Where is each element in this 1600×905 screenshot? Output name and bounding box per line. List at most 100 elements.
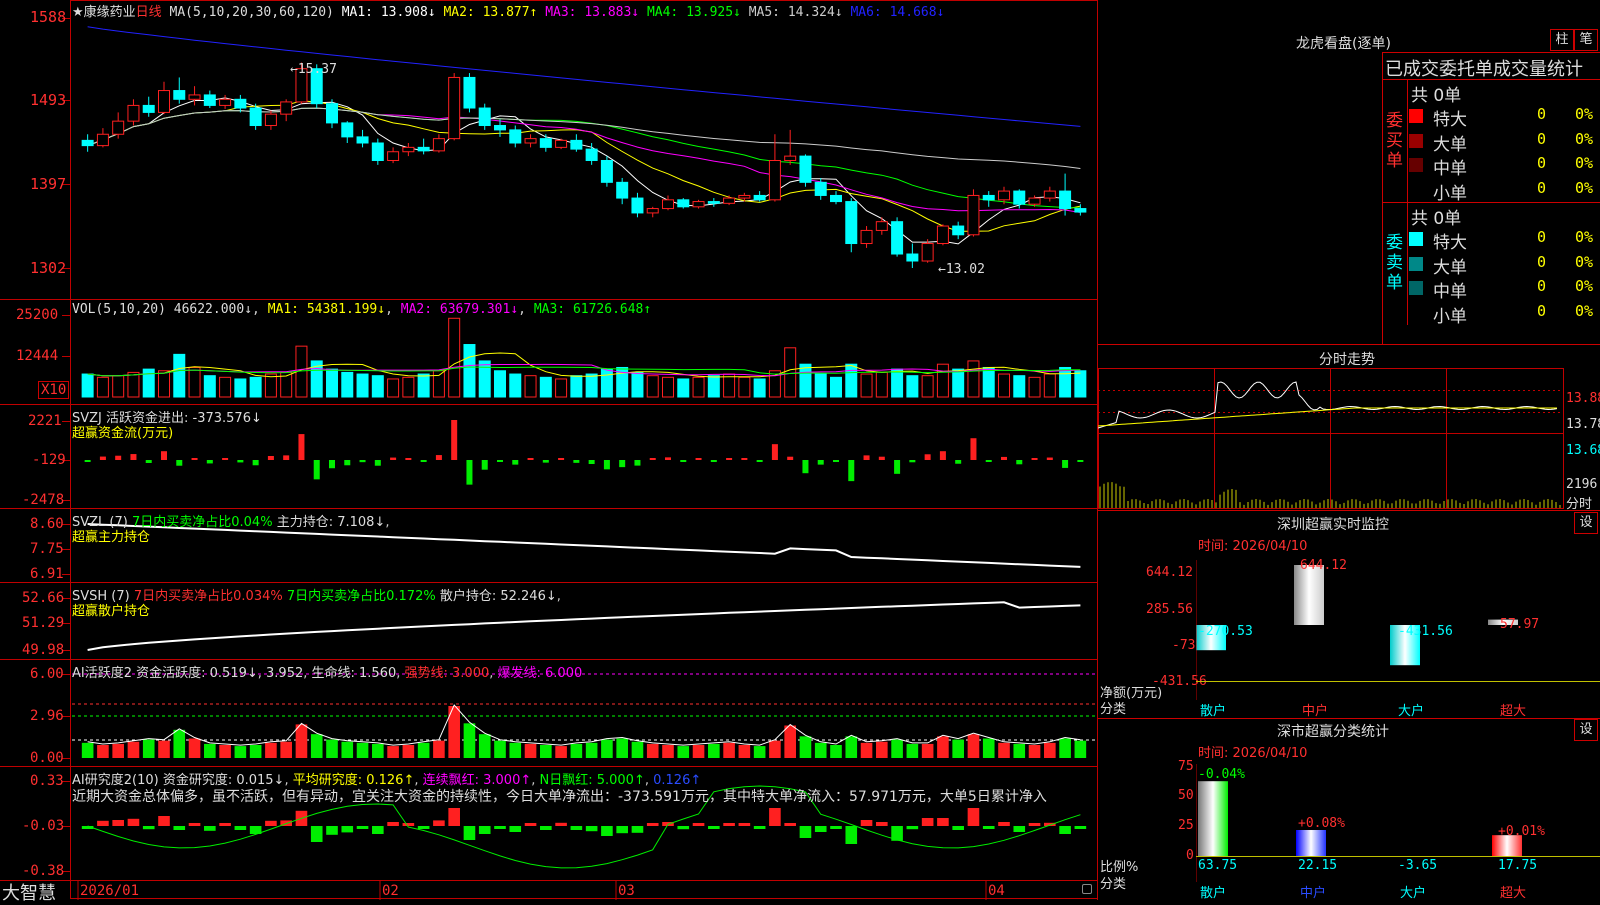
sz-stats-settings-button[interactable]: 设 (1574, 719, 1598, 741)
buy-row: 小单 0 0% (1409, 178, 1600, 204)
column-mode-button[interactable]: 柱 (1550, 29, 1574, 51)
volume-bar (432, 370, 445, 398)
svzj-bar (710, 460, 717, 462)
volume-bar (982, 366, 995, 398)
volume-bar (1028, 376, 1041, 398)
ai2-bar (1059, 826, 1071, 834)
volume-bar (1074, 370, 1087, 398)
sell-row-name: 中单 (1433, 282, 1467, 302)
volume-bar (539, 376, 552, 398)
ai-s3: 生命线: 1.560 (311, 666, 397, 681)
svzj-bar (542, 460, 549, 463)
ai2-bar (708, 826, 720, 829)
vol-ma2: MA2: 63679.301↓ (400, 302, 519, 317)
sz-monitor-axis-1: 285.56 (1146, 602, 1193, 617)
ai-bar (967, 734, 980, 758)
ai2-bar (952, 826, 964, 830)
svzj-bar (924, 454, 931, 460)
sz-stats-category: 大户 (1400, 886, 1427, 901)
svzj-bar (420, 460, 427, 462)
svzj-bar (344, 460, 351, 466)
svzj-bar (390, 457, 397, 460)
svzj-axis-0: 2221 (28, 413, 62, 429)
ai-bar (417, 742, 430, 758)
date-ticks (77, 880, 987, 900)
tick-mode-button[interactable]: 笔 (1574, 29, 1598, 51)
svzl-sub: 超赢主力持仓 (72, 530, 151, 545)
lock-icon[interactable] (1082, 884, 1092, 894)
candle (417, 146, 430, 152)
svsh-s1: 7日内买卖净占比0.034% (133, 589, 283, 604)
svzj-bar (802, 460, 809, 474)
ai-bar (799, 736, 812, 758)
ai-bar (478, 734, 491, 758)
ai-bar (692, 745, 705, 758)
ai-bar (326, 739, 338, 758)
candle (387, 151, 400, 161)
ai-bar (616, 738, 628, 758)
candle (784, 155, 797, 161)
ai2-bar (540, 826, 552, 830)
sz-monitor-value: 57.97 (1500, 617, 1540, 632)
buy-row-pct: 0% (1575, 178, 1594, 197)
candle (264, 113, 277, 127)
buy-row-pct: 0% (1575, 105, 1594, 123)
svzj-bar (115, 455, 122, 460)
ai-bar (906, 743, 919, 758)
sell-row: 小单 0 0% (1409, 301, 1600, 327)
ai2-bar (967, 808, 980, 826)
sz-stats-bar (1296, 830, 1326, 856)
ai2-bar (158, 816, 170, 826)
buy-row: 特大 0 0% (1409, 105, 1600, 130)
stock-title[interactable]: ★康缘药业 (72, 5, 136, 20)
ai-bar (158, 740, 170, 758)
ai-bar (524, 743, 537, 758)
svzj-bar (833, 460, 839, 462)
sz-monitor-value: -270.53 (1198, 624, 1253, 639)
ai2-bar (631, 826, 644, 833)
candle (478, 107, 491, 127)
ai-bar (646, 743, 659, 758)
volume-bar (814, 373, 827, 398)
sell-row-count: 0 (1537, 228, 1547, 246)
candle (158, 90, 170, 113)
candle (982, 194, 995, 201)
svzj-bar (817, 460, 824, 465)
volume-bar (875, 371, 888, 398)
sz-stats-value: 63.75 (1198, 858, 1238, 873)
ai-bar (1013, 743, 1026, 758)
ai2-bar (173, 826, 186, 830)
sz-stats-change: -0.04% (1198, 767, 1245, 782)
ai-bar (677, 746, 690, 758)
buy-row-count: 0 (1537, 178, 1547, 197)
price-axis-1: 1493 (30, 91, 67, 109)
buy-row-pct: 0% (1575, 129, 1594, 148)
candle (585, 148, 598, 161)
candle (142, 104, 155, 113)
volume-bar (81, 373, 94, 398)
sell-row-pct: 0% (1575, 228, 1594, 246)
sell-row-pct: 0% (1575, 301, 1594, 320)
ai-bar (830, 745, 842, 758)
ai-bar (509, 742, 522, 758)
period-label[interactable]: 日线 (136, 5, 162, 20)
ma-line-5 (87, 107, 1081, 169)
sz-stats-time: 时间: 2026/04/10 (1198, 746, 1308, 761)
candle (494, 125, 506, 131)
sz-monitor-settings-button[interactable]: 设 (1574, 512, 1598, 534)
candle (188, 94, 201, 100)
candle (707, 201, 720, 204)
buy-row-name: 中单 (1433, 159, 1467, 179)
ma-value-2: MA2: 13.877↑ (435, 5, 538, 20)
intraday-axis-2: 13.68 (1566, 443, 1600, 458)
volume-bar (158, 370, 170, 398)
volume-bar (173, 353, 186, 398)
ai-bar (433, 740, 445, 758)
ma-label: MA(5,10,20,30,60,120) (169, 5, 334, 20)
volume-bar (585, 373, 598, 398)
volume-bar (448, 317, 461, 398)
svzj-bar (1001, 456, 1007, 460)
candle (432, 138, 445, 152)
intraday-chart[interactable] (1098, 368, 1600, 510)
svzj-bar (176, 460, 183, 466)
